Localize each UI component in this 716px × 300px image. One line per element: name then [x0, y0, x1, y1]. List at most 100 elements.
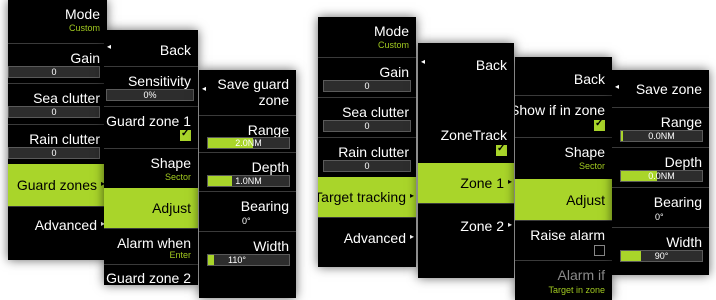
bearing-item[interactable]: Bearing 0° — [199, 191, 296, 231]
bearing-item[interactable]: Bearing 0° — [612, 187, 709, 227]
width-slider[interactable]: 110° — [207, 254, 290, 266]
rain-clutter-slider[interactable]: 0 — [323, 160, 411, 172]
range-value: 2.0NM — [235, 138, 262, 148]
advanced-item[interactable]: Advanced ▸ — [318, 217, 416, 267]
shape-item[interactable]: Shape Sector — [104, 148, 198, 188]
sea-clutter-item[interactable]: Sea clutter 0 — [318, 97, 416, 137]
adjust-item[interactable]: Adjust — [515, 179, 612, 220]
zone-2-item[interactable]: Zone 2 ▸ — [418, 203, 514, 278]
zone-1-item[interactable]: Zone 1 ▸ — [418, 163, 514, 203]
width-item[interactable]: Width 90° — [612, 227, 709, 275]
depth-label: Depth — [664, 154, 702, 170]
mode-label: Mode — [64, 6, 100, 22]
gain-slider[interactable]: 0 — [8, 66, 100, 78]
sea-clutter-value: 0 — [364, 121, 370, 131]
gain-slider[interactable]: 0 — [323, 80, 411, 92]
depth-label: Depth — [251, 159, 289, 175]
depth-item[interactable]: Depth 1.0NM — [199, 152, 296, 191]
guard-zones-menu-panel: ◂ Back Sensitivity 0% Guard zone 1 Shape… — [104, 30, 198, 285]
adjust-guard-zone-panel: ◂ Save guard zone Range 2.0NM Depth 1.0N… — [199, 70, 296, 298]
show-if-in-zone-label: Show if in zone — [515, 102, 605, 118]
adjust-item[interactable]: Adjust — [104, 188, 198, 228]
width-slider[interactable]: 90° — [620, 250, 703, 262]
guard-zones-item[interactable]: Guard zones ▸ — [8, 164, 107, 206]
alarm-if-item[interactable]: Alarm if Target in zone — [515, 260, 612, 300]
raise-alarm-label: Raise alarm — [530, 227, 605, 243]
advanced-item[interactable]: Advanced ▸ — [8, 206, 107, 260]
guard-zone-1-item[interactable]: Guard zone 1 — [104, 106, 198, 148]
sea-clutter-slider[interactable]: 0 — [323, 120, 411, 132]
depth-value: 1.0NM — [235, 176, 262, 186]
zonetrack-label: ZoneTrack — [440, 127, 507, 143]
shape-label: Shape — [150, 155, 191, 171]
back-item[interactable]: Back — [418, 43, 514, 80]
guard-zone-2-item[interactable]: Guard zone 2 — [104, 264, 198, 285]
depth-slider[interactable]: 0.0NM — [620, 170, 703, 182]
range-label: Range — [247, 122, 289, 138]
back-label: Back — [573, 71, 605, 87]
raise-alarm-checkbox[interactable] — [594, 245, 605, 256]
sea-clutter-label: Sea clutter — [342, 104, 409, 120]
width-label: Width — [666, 234, 702, 250]
range-item[interactable]: Range 0.0NM — [612, 107, 709, 147]
rain-clutter-label: Rain clutter — [338, 144, 409, 160]
sea-clutter-label: Sea clutter — [33, 90, 100, 106]
zone-1-label: Zone 1 — [460, 175, 504, 191]
rain-clutter-value: 0 — [364, 161, 370, 171]
alarm-when-item[interactable]: Alarm when Enter — [104, 228, 198, 264]
back-item[interactable]: Back — [104, 30, 198, 66]
shape-value: Sector — [578, 161, 605, 171]
raise-alarm-item[interactable]: Raise alarm — [515, 220, 612, 260]
sea-clutter-slider[interactable]: 0 — [8, 106, 100, 118]
show-if-in-zone-item[interactable]: Show if in zone — [515, 95, 612, 137]
back-label: Back — [475, 57, 507, 73]
chevron-right-icon: ▸ — [507, 177, 512, 186]
left-main-menu-panel: Mode Custom Gain 0 Sea clutter 0 Rain cl… — [8, 0, 107, 260]
mode-item[interactable]: Mode Custom — [8, 0, 107, 43]
mode-value: Custom — [377, 40, 409, 50]
sensitivity-item[interactable]: Sensitivity 0% — [104, 66, 198, 106]
depth-item[interactable]: Depth 0.0NM — [612, 147, 709, 187]
sensitivity-label: Sensitivity — [127, 73, 191, 89]
save-zone-item[interactable]: Save zone — [612, 70, 709, 107]
width-label: Width — [253, 238, 289, 254]
range-slider[interactable]: 0.0NM — [620, 130, 703, 142]
save-zone-label: Save zone — [635, 81, 702, 97]
width-item[interactable]: Width 110° — [199, 231, 296, 298]
depth-value: 0.0NM — [648, 171, 675, 181]
mode-item[interactable]: Mode Custom — [318, 17, 416, 57]
depth-slider[interactable]: 1.0NM — [207, 175, 290, 187]
shape-item[interactable]: Shape Sector — [515, 137, 612, 179]
save-guard-zone-item[interactable]: Save guard zone — [199, 70, 296, 115]
gain-value: 0 — [51, 67, 57, 77]
range-value: 0.0NM — [648, 131, 675, 141]
alarm-if-label: Alarm if — [557, 267, 605, 283]
mode-value: Custom — [68, 23, 100, 33]
width-fill — [208, 255, 215, 265]
guard-zone-1-checkbox[interactable] — [180, 128, 191, 141]
alarm-when-value: Enter — [169, 250, 191, 260]
show-if-in-zone-checkbox[interactable] — [594, 118, 605, 131]
range-slider[interactable]: 2.0NM — [207, 137, 290, 149]
guard-zone-2-label: Guard zone 2 — [106, 270, 191, 285]
rain-clutter-slider[interactable]: 0 — [8, 147, 100, 159]
sensitivity-slider[interactable]: 0% — [106, 89, 194, 101]
zonetrack-item[interactable]: ZoneTrack — [418, 121, 514, 163]
target-tracking-item[interactable]: Target tracking ▸ — [318, 177, 416, 217]
mode-label: Mode — [373, 23, 409, 39]
sea-clutter-item[interactable]: Sea clutter 0 — [8, 83, 107, 124]
width-value: 110° — [228, 255, 246, 265]
gain-item[interactable]: Gain 0 — [318, 57, 416, 97]
bearing-label: Bearing — [240, 198, 289, 214]
rain-clutter-value: 0 — [51, 148, 57, 158]
zonetrack-checkbox[interactable] — [496, 143, 507, 156]
range-item[interactable]: Range 2.0NM — [199, 115, 296, 152]
back-item[interactable]: Back — [515, 57, 612, 95]
alarm-if-value: Target in zone — [548, 285, 605, 295]
rain-clutter-item[interactable]: Rain clutter 0 — [318, 137, 416, 177]
rain-clutter-item[interactable]: Rain clutter 0 — [8, 124, 107, 164]
bearing-value: 0° — [242, 216, 251, 226]
advanced-label: Advanced — [34, 217, 97, 233]
gain-item[interactable]: Gain 0 — [8, 43, 107, 83]
gain-value: 0 — [364, 81, 370, 91]
